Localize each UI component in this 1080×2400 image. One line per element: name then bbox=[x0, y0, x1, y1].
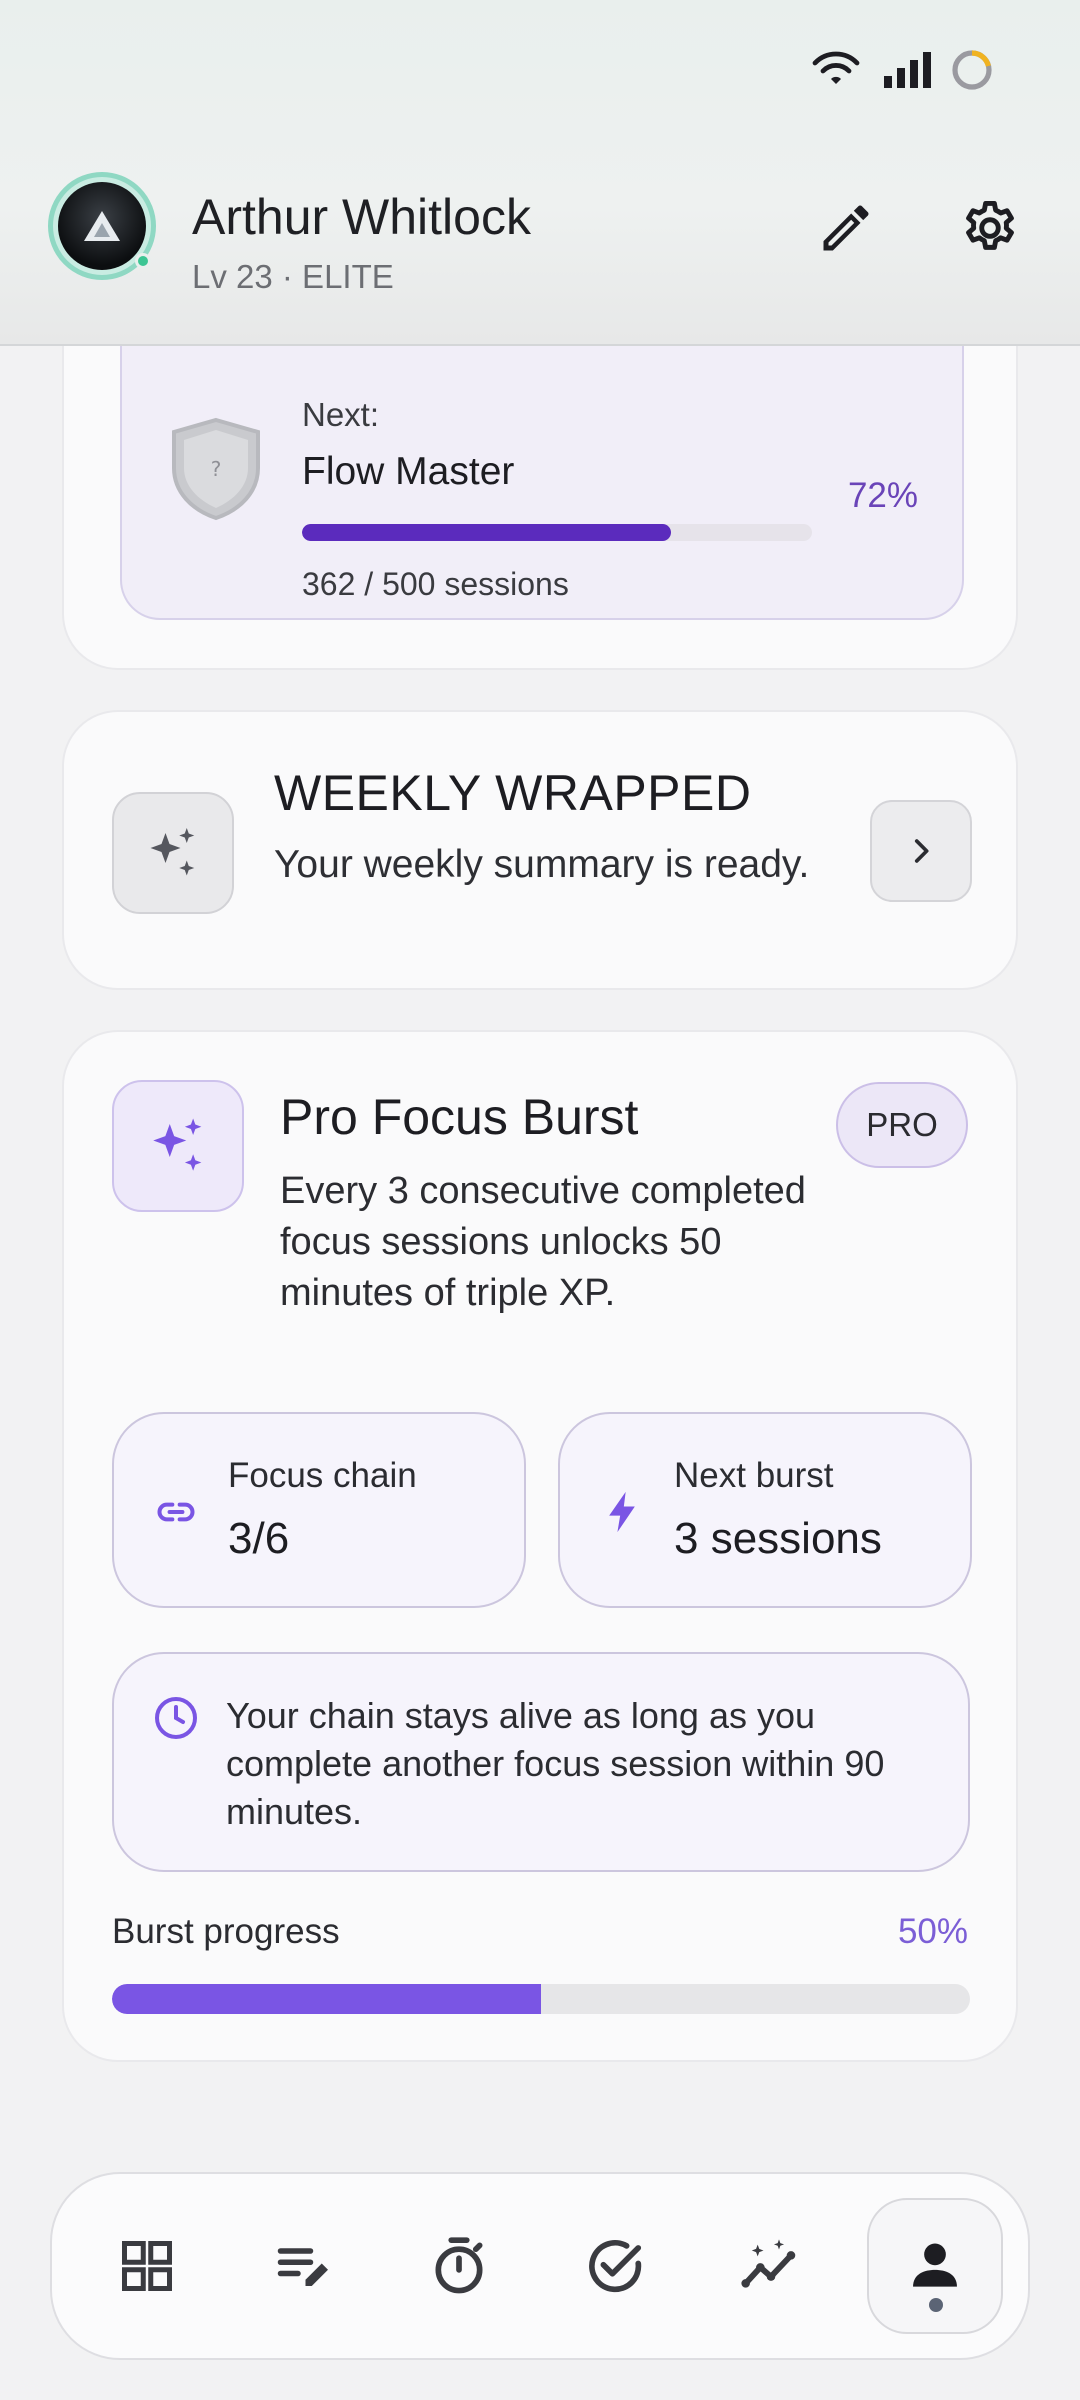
next-burst-label: Next burst bbox=[674, 1456, 834, 1495]
burst-progress-label: Burst progress bbox=[112, 1912, 340, 1951]
gear-icon bbox=[966, 201, 1014, 250]
nav-insights[interactable] bbox=[703, 2198, 839, 2334]
notes-icon bbox=[277, 2248, 328, 2286]
weekly-wrapped-title: WEEKLY WRAPPED bbox=[274, 765, 752, 821]
lightning-icon bbox=[600, 1490, 644, 1534]
timer-icon bbox=[435, 2237, 483, 2294]
pro-focus-icon-box bbox=[112, 1080, 244, 1212]
burst-progress-track bbox=[112, 1984, 970, 2014]
focus-chain-stat: Focus chain 3/6 bbox=[112, 1412, 526, 1608]
next-achievement-progress-track bbox=[302, 524, 812, 541]
profile-header: Arthur Whitlock Lv 23 · ELITE bbox=[0, 0, 1080, 346]
battery-ring-icon bbox=[952, 50, 992, 90]
triangle-logo-icon bbox=[84, 211, 120, 241]
bottom-navigation bbox=[50, 2172, 1030, 2360]
avatar[interactable] bbox=[48, 172, 156, 280]
pro-focus-description: Every 3 consecutive completed focus sess… bbox=[280, 1170, 806, 1314]
online-status-dot bbox=[135, 253, 151, 269]
next-achievement-percent: 72% bbox=[847, 476, 918, 515]
pro-badge: PRO bbox=[836, 1082, 968, 1168]
chain-info-text: Your chain stays alive as long as you co… bbox=[226, 1695, 885, 1832]
chain-info-box: Your chain stays alive as long as you co… bbox=[112, 1652, 970, 1872]
open-weekly-wrapped-button[interactable] bbox=[870, 800, 972, 902]
next-achievement-progress-fill bbox=[302, 524, 672, 541]
achievements-card: ? Next: Flow Master 72% 362 / 500 sessio… bbox=[62, 300, 1018, 670]
avatar-image bbox=[58, 182, 146, 270]
chevron-right-icon bbox=[914, 839, 929, 863]
pro-focus-title: Pro Focus Burst bbox=[280, 1089, 639, 1145]
check-circle-icon bbox=[589, 2239, 642, 2293]
dashboard-icon bbox=[122, 2241, 172, 2291]
user-name: Arthur Whitlock bbox=[192, 189, 531, 245]
sparkles-icon bbox=[150, 828, 195, 876]
nav-dashboard[interactable] bbox=[79, 2198, 215, 2334]
weekly-icon-box bbox=[112, 792, 234, 914]
next-achievement[interactable]: ? Next: Flow Master 72% 362 / 500 sessio… bbox=[120, 330, 964, 620]
clock-icon bbox=[155, 1697, 197, 1739]
next-burst-stat: Next burst 3 sessions bbox=[558, 1412, 972, 1608]
focus-chain-label: Focus chain bbox=[228, 1456, 417, 1495]
pro-focus-burst-card: Pro Focus Burst PRO Every 3 consecutive … bbox=[62, 1030, 1018, 2062]
weekly-wrapped-card[interactable]: WEEKLY WRAPPED Your weekly summary is re… bbox=[62, 710, 1018, 990]
next-achievement-count: 362 / 500 sessions bbox=[302, 566, 569, 602]
nav-tasks[interactable] bbox=[547, 2198, 683, 2334]
shield-glyph: ? bbox=[211, 457, 222, 481]
next-label: Next: bbox=[302, 396, 380, 433]
focus-chain-value: 3/6 bbox=[228, 1514, 290, 1563]
sparkles-icon bbox=[153, 1118, 202, 1171]
nav-notes[interactable] bbox=[235, 2198, 371, 2334]
link-icon bbox=[154, 1490, 198, 1534]
nav-timer[interactable] bbox=[391, 2198, 527, 2334]
burst-progress-percent: 50% bbox=[897, 1912, 968, 1951]
user-level: Lv 23 · ELITE bbox=[192, 258, 394, 295]
edit-profile-button[interactable] bbox=[808, 190, 884, 266]
next-burst-value: 3 sessions bbox=[674, 1514, 882, 1563]
burst-progress-fill bbox=[112, 1984, 541, 2014]
pencil-icon bbox=[823, 205, 869, 251]
settings-button[interactable] bbox=[952, 190, 1028, 266]
locked-badge-shield-icon: ? bbox=[172, 417, 260, 521]
insights-icon bbox=[741, 2239, 796, 2288]
nav-profile[interactable] bbox=[867, 2198, 1003, 2334]
signal-icon bbox=[884, 52, 931, 88]
weekly-wrapped-subtitle: Your weekly summary is ready. bbox=[274, 843, 810, 886]
status-bar bbox=[808, 48, 994, 92]
profile-icon bbox=[913, 2243, 957, 2287]
next-achievement-title: Flow Master bbox=[302, 450, 515, 493]
active-indicator-dot bbox=[929, 2298, 943, 2312]
wifi-icon bbox=[812, 51, 860, 84]
